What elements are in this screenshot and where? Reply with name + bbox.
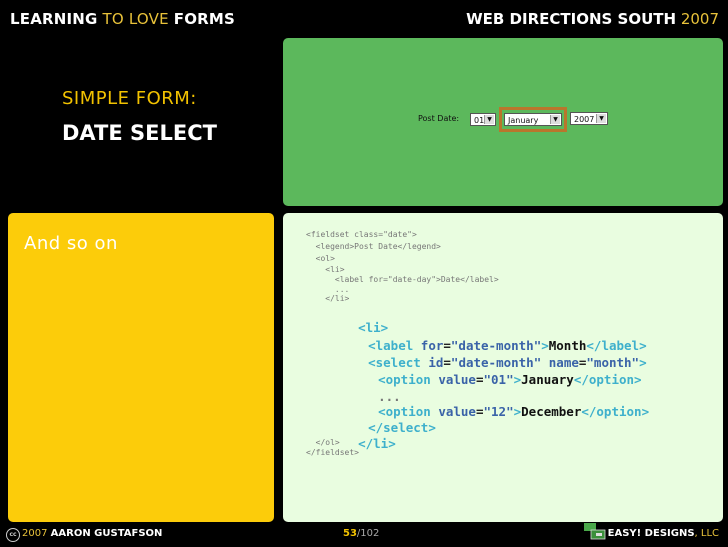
- notes-text: And so on: [24, 233, 118, 254]
- code-line-legend: <legend>Post Date</legend>: [306, 242, 441, 251]
- slide-subtitle: SIMPLE FORM:: [62, 88, 197, 109]
- creative-commons-icon: cc: [6, 528, 20, 542]
- chevron-down-icon: ▼: [484, 115, 494, 124]
- page-current: 53: [343, 528, 357, 539]
- footer-company-name: EASY! DESIGNS: [607, 528, 695, 539]
- code-line-fieldset-close: </fieldset>: [306, 448, 359, 457]
- chevron-down-icon: ▼: [550, 115, 560, 124]
- code-line-ol-close: </ol>: [306, 438, 340, 447]
- conference-title: WEB DIRECTIONS SOUTH: [466, 10, 677, 28]
- presentation-title: LEARNING TO LOVE FORMS: [10, 10, 235, 28]
- footer-company: EASY! DESIGNS, LLC: [608, 528, 719, 539]
- code-line-ellipsis: ...: [306, 285, 350, 294]
- month-select[interactable]: January ▼: [504, 113, 562, 126]
- chevron-down-icon: ▼: [596, 114, 606, 123]
- form-preview-panel: Post Date: 01 ▼ January ▼ 2007 ▼: [283, 38, 723, 206]
- page-counter: 53/102: [343, 528, 379, 539]
- notes-panel: And so on: [8, 213, 274, 522]
- day-select[interactable]: 01 ▼: [470, 113, 496, 126]
- day-select-value: 01: [474, 116, 485, 125]
- month-select-value: January: [508, 116, 539, 125]
- conference-name: WEB DIRECTIONS SOUTH 2007: [466, 10, 719, 28]
- year-select[interactable]: 2007 ▼: [570, 112, 608, 125]
- footer-year: 2007: [22, 528, 48, 539]
- code-line-li-close: </li>: [306, 294, 350, 303]
- code-panel: <fieldset class="date"> <legend>Post Dat…: [283, 213, 723, 522]
- footer-company-suffix: , LLC: [694, 528, 719, 539]
- year-select-value: 2007: [574, 115, 595, 124]
- page-total: 102: [360, 528, 380, 539]
- title-learning: LEARNING: [10, 10, 98, 28]
- post-date-label: Post Date:: [418, 114, 460, 123]
- footer-author-name: AARON GUSTAFSON: [50, 528, 163, 539]
- slide-title: DATE SELECT: [62, 121, 217, 145]
- conference-year: 2007: [676, 10, 719, 28]
- company-logo-icon: [584, 523, 606, 540]
- code-line-ol-open: <ol>: [306, 254, 335, 263]
- code-line-li-open: <li>: [306, 265, 345, 274]
- footer-author: 2007 AARON GUSTAFSON: [22, 528, 162, 539]
- code-line-fieldset-open: <fieldset class="date">: [306, 230, 417, 239]
- title-forms: FORMS: [173, 10, 236, 28]
- code-line-label-day: <label for="date-day">Date</label>: [306, 275, 499, 284]
- title-to-love: TO LOVE: [97, 10, 174, 28]
